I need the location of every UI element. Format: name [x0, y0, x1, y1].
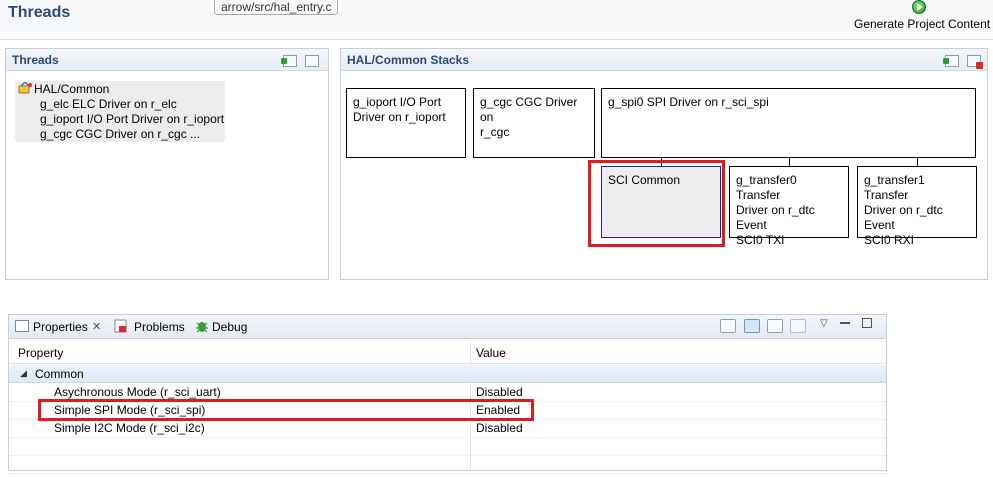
property-value[interactable]: Disabled — [476, 421, 523, 435]
stack-connector — [917, 158, 918, 166]
show-categories-icon[interactable] — [744, 319, 760, 333]
table-row-empty — [9, 456, 886, 474]
stack-text-line: g_cgc CGC Driver on — [480, 95, 578, 124]
stack-text-line: g_ioport I/O Port — [353, 95, 442, 109]
table-row-empty — [9, 438, 886, 456]
add-stack-icon[interactable] — [943, 55, 959, 67]
restore-default-icon[interactable] — [790, 319, 806, 333]
threads-panel-header: Threads — [6, 49, 328, 71]
stack-text-line: r_cgc — [480, 125, 510, 139]
view-menu-icon[interactable]: ▽ — [820, 318, 828, 329]
column-property[interactable]: Property — [18, 346, 63, 360]
stack-connector — [789, 158, 790, 166]
editor-title-bar — [0, 0, 993, 40]
stack-text-line: Driver on r_ioport — [353, 110, 446, 124]
tab-properties[interactable]: Properties — [33, 320, 88, 334]
remove-stack-icon[interactable] — [967, 55, 983, 69]
stack-transfer0-driver[interactable]: g_transfer0 Transfer Driver on r_dtc Eve… — [729, 166, 849, 247]
stack-spi0-driver[interactable]: g_spi0 SPI Driver on r_sci_spi — [601, 88, 976, 158]
property-name: Simple I2C Mode (r_sci_i2c) — [54, 421, 205, 435]
page-title: Threads — [8, 4, 71, 21]
problems-icon — [114, 319, 127, 333]
group-label: Common — [35, 367, 84, 381]
threads-panel-title: Threads — [12, 53, 59, 67]
tab-debug[interactable]: Debug — [212, 320, 247, 334]
stack-text-line: g_spi0 SPI Driver on r_sci_spi — [608, 95, 769, 109]
close-icon[interactable]: ✕ — [92, 320, 101, 333]
stack-text-line: g_transfer1 Transfer — [864, 173, 925, 202]
stack-text-line: g_transfer0 Transfer — [736, 173, 797, 202]
tree-item-ioport[interactable]: g_ioport I/O Port Driver on r_ioport — [40, 112, 224, 126]
tree-item-cgc[interactable]: g_cgc CGC Driver on r_cgc ... — [40, 127, 200, 141]
stack-cgc-driver[interactable]: g_cgc CGC Driver on r_cgc — [473, 88, 595, 158]
generate-project-content-button[interactable]: Generate Project Content — [854, 17, 990, 31]
sci-common-highlight — [588, 160, 725, 247]
stack-ioport-driver[interactable]: g_ioport I/O Port Driver on r_ioport — [346, 88, 466, 158]
remove-thread-icon[interactable] — [305, 55, 319, 67]
file-tooltip: arrow/src/hal_entry.c — [214, 0, 339, 15]
stacks-panel-header: HAL/Common Stacks — [341, 49, 987, 71]
generate-run-icon[interactable] — [912, 0, 926, 14]
properties-icon — [15, 320, 29, 332]
column-value[interactable]: Value — [476, 346, 506, 360]
hal-common-icon — [18, 82, 32, 94]
properties-column-header — [9, 342, 886, 364]
stack-text-line: SCI0 TXI — [736, 233, 785, 247]
tree-item-hal-common[interactable]: HAL/Common — [34, 82, 109, 96]
expander-icon[interactable]: ◢ — [20, 368, 27, 379]
property-value[interactable]: Disabled — [476, 385, 523, 399]
property-name: Asychronous Mode (r_sci_uart) — [54, 385, 221, 399]
pin-view-icon[interactable] — [720, 319, 736, 333]
stack-text-line: Driver on r_dtc Event — [864, 203, 943, 232]
debug-icon — [196, 322, 208, 333]
stack-text-line: Driver on r_dtc Event — [736, 203, 815, 232]
stacks-panel-title: HAL/Common Stacks — [347, 53, 470, 67]
stack-transfer1-driver[interactable]: g_transfer1 Transfer Driver on r_dtc Eve… — [857, 166, 977, 247]
filter-advanced-icon[interactable] — [767, 319, 783, 333]
property-group-common[interactable] — [9, 365, 886, 383]
tab-problems[interactable]: Problems — [134, 320, 185, 334]
minimize-icon[interactable] — [840, 322, 850, 324]
stack-text-line: SCI0 RXI — [864, 233, 915, 247]
tree-item-elc[interactable]: g_elc ELC Driver on r_elc — [40, 97, 177, 111]
add-thread-icon[interactable] — [281, 55, 297, 67]
maximize-icon[interactable] — [862, 318, 872, 328]
simple-spi-highlight — [38, 399, 534, 421]
